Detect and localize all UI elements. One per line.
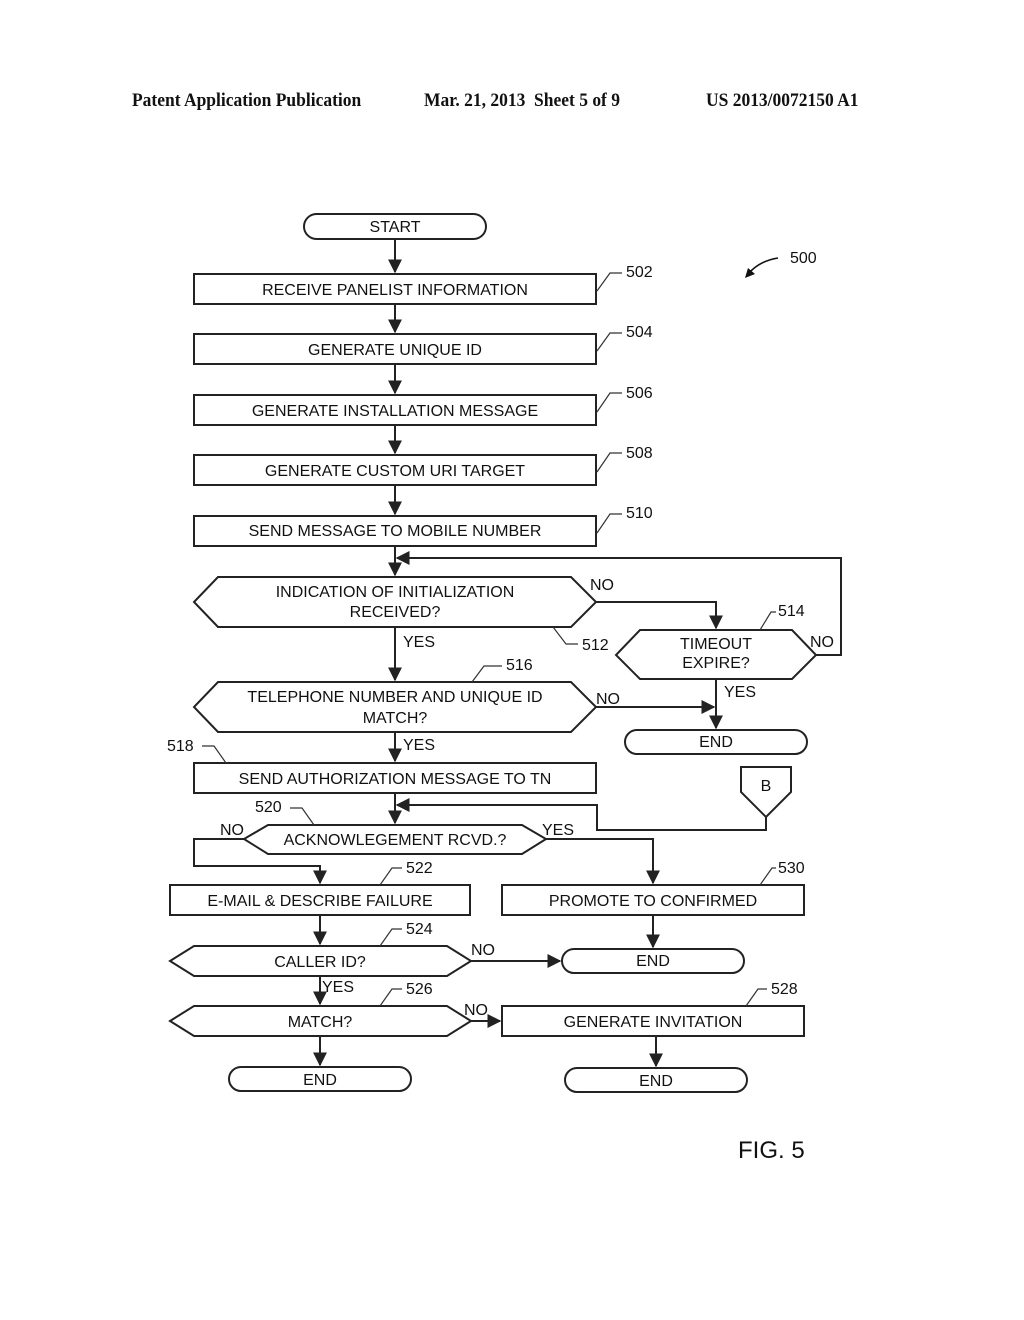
end-1-label: END (699, 734, 733, 751)
step-502-label: RECEIVE PANELIST INFORMATION (262, 282, 528, 299)
ref-522: 522 (406, 860, 433, 877)
label-520-no: NO (220, 822, 244, 839)
step-528-label: GENERATE INVITATION (564, 1014, 743, 1031)
decision-514-line1: TIMEOUT (680, 636, 752, 653)
label-512-no: NO (590, 577, 614, 594)
ref-524: 524 (406, 921, 433, 938)
start-label: START (370, 219, 421, 236)
flowchart: START RECEIVE PANELIST INFORMATION 502 G… (167, 213, 842, 1164)
ref-520: 520 (255, 799, 282, 816)
end-3-label: END (303, 1072, 337, 1089)
off-page-connector-b: B (740, 766, 792, 819)
ref-502: 502 (626, 264, 653, 281)
label-514-yes: YES (724, 684, 756, 701)
label-524-no: NO (471, 942, 495, 959)
reference-arrow-icon (747, 257, 779, 275)
ref-508: 508 (626, 445, 653, 462)
end-terminal-1: END (624, 729, 808, 755)
ref-528: 528 (771, 981, 798, 998)
ref-514: 514 (778, 603, 805, 620)
edge-520-yes-530 (546, 838, 660, 885)
decision-512-indication-of-initialization: INDICATION OF INITIALIZATION RECEIVED? 5… (192, 576, 609, 654)
step-510-label: SEND MESSAGE TO MOBILE NUMBER (249, 523, 542, 540)
decision-516-line1: TELEPHONE NUMBER AND UNIQUE ID (247, 689, 542, 706)
ref-518: 518 (167, 738, 194, 755)
end-terminal-3: END (228, 1066, 412, 1092)
step-528-generate-invitation: GENERATE INVITATION 528 (501, 981, 805, 1037)
step-506-generate-installation-message: GENERATE INSTALLATION MESSAGE 506 (193, 385, 653, 426)
label-514-no: NO (810, 634, 834, 651)
decision-516-line2: MATCH? (363, 710, 428, 727)
step-518-send-authorization-message: SEND AUTHORIZATION MESSAGE TO TN 518 (167, 738, 597, 794)
step-522-label: E-MAIL & DESCRIBE FAILURE (207, 893, 432, 910)
step-504-generate-unique-id: GENERATE UNIQUE ID 504 (193, 324, 653, 365)
label-512-yes: YES (403, 634, 435, 651)
step-518-label: SEND AUTHORIZATION MESSAGE TO TN (239, 771, 552, 788)
figure-reference-500: 500 (745, 250, 817, 278)
decision-524-label: CALLER ID? (274, 954, 366, 971)
end-terminal-2: END (561, 948, 745, 974)
ref-500: 500 (790, 250, 817, 267)
start-terminal: START (303, 213, 487, 240)
step-510-send-message-to-mobile-number: SEND MESSAGE TO MOBILE NUMBER 510 (193, 505, 653, 547)
step-508-label: GENERATE CUSTOM URI TARGET (265, 463, 525, 480)
decision-514-line2: EXPIRE? (682, 655, 750, 672)
end-4-label: END (639, 1073, 673, 1090)
label-516-no: NO (596, 691, 620, 708)
ref-506: 506 (626, 385, 653, 402)
end-terminal-4: END (564, 1067, 748, 1093)
ref-510: 510 (626, 505, 653, 522)
ref-516: 516 (506, 657, 533, 674)
ref-512: 512 (582, 637, 609, 654)
edge-512-no-514 (596, 601, 723, 630)
step-530-label: PROMOTE TO CONFIRMED (549, 893, 757, 910)
figure-label: FIG. 5 (738, 1137, 805, 1164)
step-502-receive-panelist-information: RECEIVE PANELIST INFORMATION 502 (193, 264, 653, 305)
label-526-no: NO (464, 1002, 488, 1019)
decision-512-line1: INDICATION OF INITIALIZATION (276, 584, 515, 601)
end-2-label: END (636, 953, 670, 970)
step-504-label: GENERATE UNIQUE ID (308, 342, 482, 359)
decision-512-line2: RECEIVED? (350, 604, 441, 621)
decision-526-label: MATCH? (288, 1014, 353, 1031)
label-516-yes: YES (403, 737, 435, 754)
ref-530: 530 (778, 860, 805, 877)
ref-526: 526 (406, 981, 433, 998)
label-524-yes: YES (322, 979, 354, 996)
ref-504: 504 (626, 324, 653, 341)
label-520-yes: YES (542, 822, 574, 839)
step-508-generate-custom-uri-target: GENERATE CUSTOM URI TARGET 508 (193, 445, 653, 486)
connector-b-label: B (761, 778, 772, 795)
decision-520-label: ACKNOWLEGEMENT RCVD.? (284, 832, 507, 849)
step-506-label: GENERATE INSTALLATION MESSAGE (252, 403, 538, 420)
